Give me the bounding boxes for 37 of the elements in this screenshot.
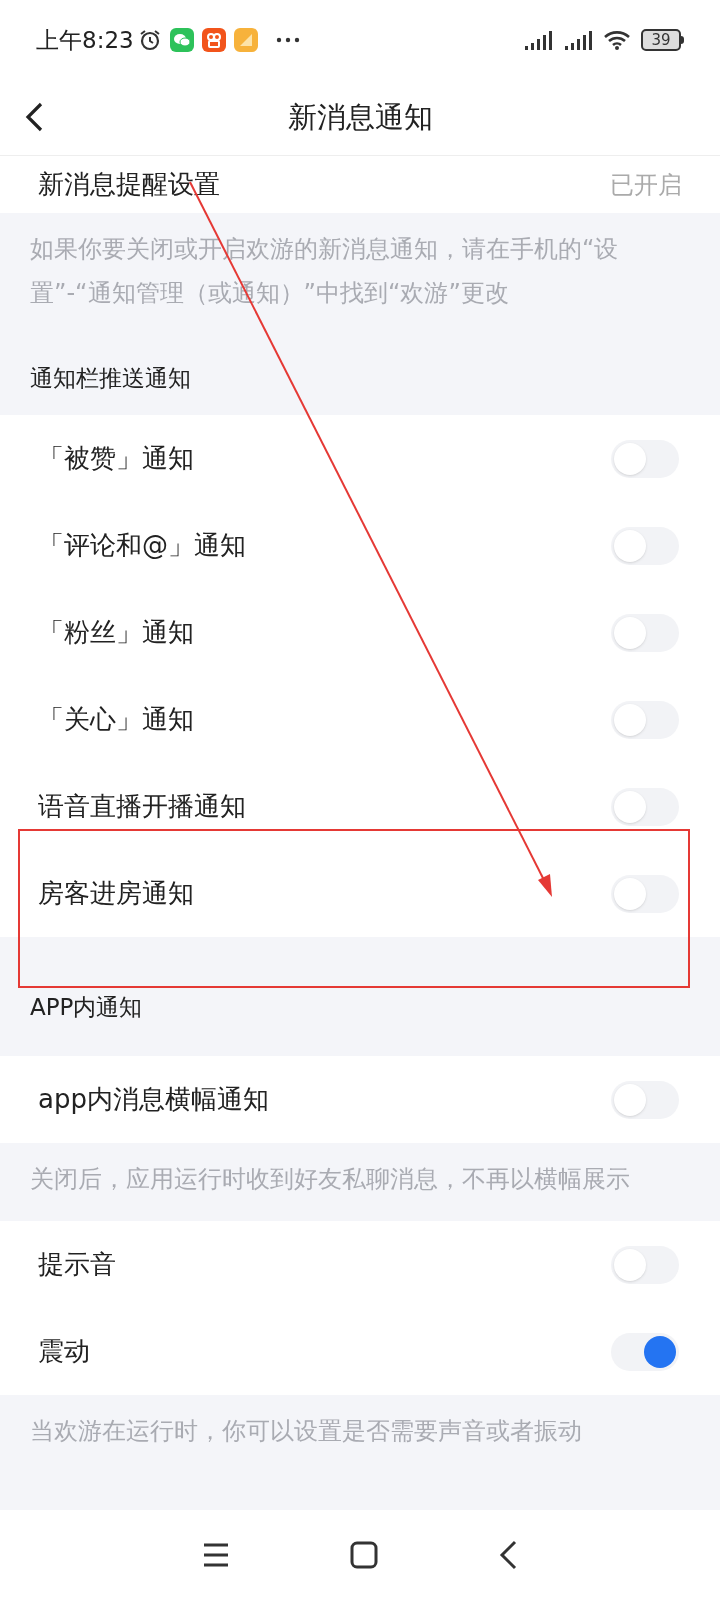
section-heading: APP内通知: [30, 992, 143, 1022]
setting-label: 房客进房通知: [38, 877, 194, 910]
setting-label: 「粉丝」通知: [38, 616, 194, 649]
setting-label: 新消息提醒设置: [38, 168, 220, 201]
toggle-switch[interactable]: [611, 787, 679, 826]
note-text: 关闭后，应用运行时收到好友私聊消息，不再以横幅展示: [30, 1164, 631, 1195]
setting-label: 语音直播开播通知: [38, 790, 246, 823]
setting-label: 「评论和@」通知: [38, 529, 246, 562]
toggle-switch[interactable]: [611, 439, 679, 478]
setting-label: 「关心」通知: [38, 703, 194, 736]
video-app-icon: [201, 28, 226, 52]
back-icon: [24, 101, 44, 133]
toggle-switch[interactable]: [611, 526, 679, 565]
toggle-switch[interactable]: [611, 1332, 679, 1371]
notes-app-icon: [233, 28, 258, 52]
back-icon[interactable]: [498, 1540, 518, 1570]
toggle-switch[interactable]: [611, 874, 679, 913]
signal-icon: [523, 29, 555, 51]
signal-icon: [563, 29, 595, 51]
note-text: 当欢游在运行时，你可以设置是否需要声音或者振动: [30, 1416, 583, 1447]
setting-label: app内消息横幅通知: [38, 1083, 269, 1116]
more-icon: [275, 37, 300, 43]
toggle-switch[interactable]: [611, 1080, 679, 1119]
setting-value: 已开启: [610, 169, 682, 201]
setting-label: 「被赞」通知: [38, 442, 194, 475]
menu-icon[interactable]: [202, 1542, 230, 1568]
page-title: 新消息通知: [287, 98, 433, 136]
status-time: 上午8:23: [36, 25, 134, 55]
toggle-switch[interactable]: [611, 1245, 679, 1284]
setting-label: 提示音: [38, 1248, 116, 1281]
home-icon[interactable]: [350, 1541, 378, 1569]
setting-label: 震动: [38, 1335, 90, 1368]
toggle-switch[interactable]: [611, 613, 679, 652]
toggle-switch[interactable]: [611, 700, 679, 739]
battery-level: 39: [651, 32, 671, 48]
section-heading: 通知栏推送通知: [30, 363, 191, 393]
chat-app-icon: [169, 28, 194, 52]
